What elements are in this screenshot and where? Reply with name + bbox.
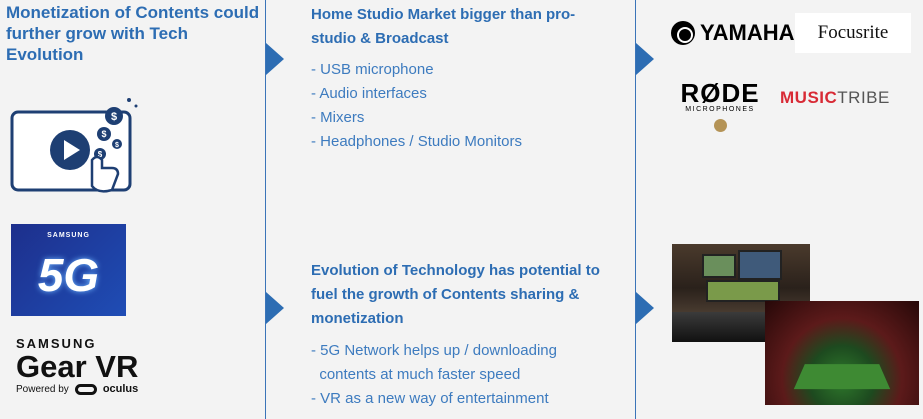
- section1-bullets: - USB microphone - Audio interfaces - Mi…: [311, 58, 522, 154]
- stadium-photo: [765, 301, 919, 405]
- list-item: - VR as a new way of entertainment: [311, 390, 549, 407]
- music-tribe-music: MUSIC: [780, 88, 838, 107]
- section2-heading: Evolution of Technology has potential to…: [311, 262, 600, 327]
- studio-monitor: [738, 250, 782, 280]
- list-item: - USB microphone: [311, 61, 434, 78]
- samsung-5g-brand: SAMSUNG: [47, 232, 90, 239]
- svg-text:$: $: [115, 142, 119, 149]
- yamaha-wordmark: YAMAHA: [700, 20, 795, 45]
- gear-vr-product: Gear VR: [16, 349, 139, 384]
- yamaha-logo: YAMAHA: [671, 18, 795, 48]
- samsung-5g-label: 5G: [37, 249, 100, 301]
- svg-text:$: $: [101, 129, 106, 139]
- video-monetization-icon: $ $ $ $: [10, 98, 138, 193]
- gear-vr-partner: oculus: [102, 383, 139, 395]
- section1-heading: Home Studio Market bigger than pro-studi…: [311, 6, 576, 47]
- list-item: - Audio interfaces: [311, 85, 427, 102]
- yamaha-tuning-fork-icon: [671, 21, 695, 45]
- rode-subtitle: MICROPHONES: [685, 106, 755, 113]
- oculus-icon: [74, 383, 97, 395]
- gear-vr-logo: SAMSUNG Gear VR Powered by oculus: [16, 336, 166, 412]
- arrow-right-icon: [266, 43, 284, 75]
- arrow-right-icon: [636, 43, 654, 75]
- music-tribe-logo: MUSICTRIBE: [780, 88, 890, 108]
- studio-monitor: [706, 280, 780, 302]
- list-item: - Mixers: [311, 109, 365, 126]
- stadium-pitch: [793, 364, 891, 390]
- arrow-right-icon: [266, 292, 284, 324]
- rode-dot-icon: [713, 119, 727, 132]
- rode-wordmark: RØDE: [680, 78, 760, 108]
- samsung-5g-logo: SAMSUNG 5G: [11, 224, 126, 316]
- list-item: contents at much faster speed: [311, 366, 521, 383]
- gear-vr-powered-row: Powered by oculus: [16, 383, 166, 395]
- section2-bullets: - 5G Network helps up / downloading cont…: [311, 339, 557, 411]
- studio-monitor: [702, 254, 736, 278]
- left-heading: Monetization of Contents could further g…: [6, 3, 260, 64]
- focusrite-logo: Focusrite: [795, 13, 911, 53]
- list-item: - Headphones / Studio Monitors: [311, 133, 522, 150]
- music-tribe-tribe: TRIBE: [837, 88, 890, 107]
- arrow-right-icon: [636, 292, 654, 324]
- svg-text:$: $: [111, 111, 117, 123]
- list-item: - 5G Network helps up / downloading: [311, 342, 557, 359]
- gear-vr-powered-by: Powered by: [16, 383, 69, 395]
- rode-logo: RØDE MICROPHONES: [678, 80, 762, 132]
